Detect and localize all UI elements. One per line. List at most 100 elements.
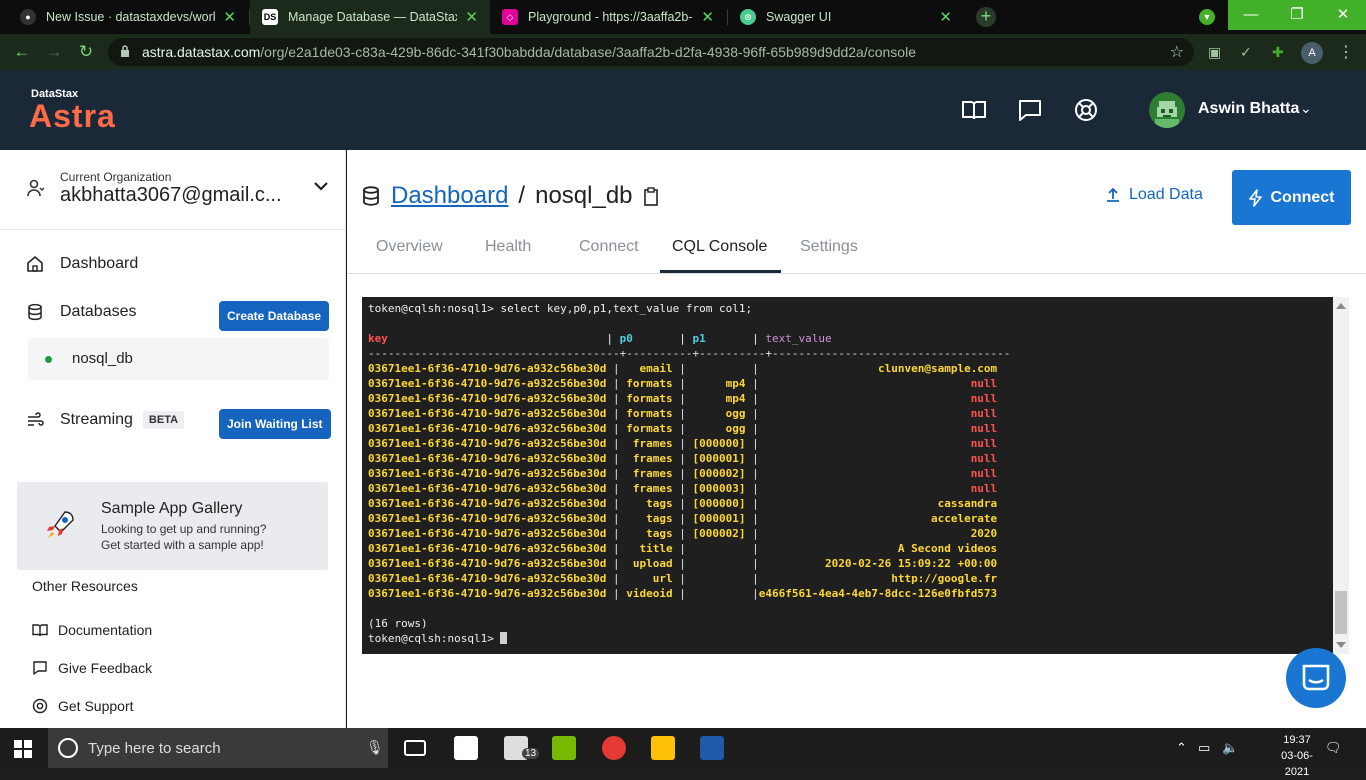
resource-give-feedback[interactable]: Give Feedback (32, 660, 152, 676)
organization-selector[interactable]: Current Organization akbhatta3067@gmail.… (0, 150, 346, 230)
browser-tab-swagger[interactable]: ⊙ Swagger UI ✕ (728, 0, 964, 34)
forward-icon[interactable]: → (44, 42, 64, 62)
bookmark-star-icon[interactable]: ☆ (1170, 42, 1184, 62)
taskbar-search[interactable]: Type here to search 🎙 (48, 728, 388, 768)
url-path: /org/e2a1de03-c83a-429b-86dc-341f30babdd… (260, 44, 916, 60)
astra-logo[interactable]: Astra (29, 98, 116, 135)
resource-get-support[interactable]: Get Support (32, 698, 134, 714)
browser-tab-playground[interactable]: ◇ Playground - https://3aaffa2b-d2 ✕ (490, 0, 726, 34)
lightning-icon (1248, 188, 1262, 207)
cell-sep: | (679, 407, 686, 420)
cell-text-value: null (758, 452, 998, 465)
downloads-icon[interactable]: ▼ (1199, 9, 1215, 25)
cell-sep: | (752, 422, 759, 435)
tab-cql-console[interactable]: CQL Console (672, 238, 767, 256)
cell-p1 (686, 557, 752, 570)
task-view-icon[interactable] (404, 740, 426, 756)
checkmark-extension-icon[interactable]: ✓ (1240, 44, 1252, 61)
avatar[interactable] (1149, 92, 1185, 128)
cell-key: 03671ee1-6f36-4710-9d76-a932c56be30d (368, 407, 614, 420)
maximize-button[interactable]: ❐ (1274, 0, 1320, 30)
cell-key: 03671ee1-6f36-4710-9d76-a932c56be30d (368, 467, 614, 480)
cell-sep: | (679, 377, 686, 390)
sample-app-gallery-card[interactable]: Sample App Gallery Looking to get up and… (17, 482, 328, 570)
browser-tab-datastax[interactable]: DS Manage Database — DataStax A ✕ (250, 0, 490, 34)
notifications-icon[interactable]: 🗨 (1325, 740, 1342, 756)
resource-documentation[interactable]: Documentation (32, 622, 152, 638)
sidebar-item-dashboard[interactable]: Dashboard (26, 255, 138, 273)
search-input[interactable]: Type here to search (88, 740, 221, 757)
connect-label: Connect (1270, 188, 1335, 206)
connect-button[interactable]: Connect (1232, 170, 1351, 225)
close-icon[interactable]: ✕ (223, 8, 236, 26)
chevron-down-icon[interactable]: ⌄ (1300, 100, 1312, 117)
create-database-button[interactable]: Create Database (219, 301, 330, 331)
extension-icon[interactable]: ▣ (1208, 44, 1221, 61)
console-scrollbar[interactable] (1333, 297, 1349, 654)
new-tab-button[interactable]: + (976, 7, 996, 27)
load-data-button[interactable]: Load Data (1105, 186, 1203, 204)
file-explorer-icon[interactable] (651, 736, 675, 760)
chevron-down-icon[interactable] (312, 178, 330, 194)
profile-avatar[interactable]: A (1301, 42, 1323, 64)
close-icon[interactable]: ✕ (465, 8, 478, 26)
intercom-chat-button[interactable] (1286, 648, 1346, 708)
puzzle-extension-icon[interactable]: ✚ (1272, 44, 1284, 61)
clipboard-icon[interactable] (643, 186, 659, 206)
resource-label: Get Support (58, 698, 134, 714)
tab-health[interactable]: Health (485, 238, 531, 256)
search-icon (58, 738, 78, 758)
sidebar-item-streaming[interactable]: Streaming BETA (26, 411, 185, 429)
scroll-up-icon[interactable] (1336, 303, 1346, 309)
breadcrumb-dashboard-link[interactable]: Dashboard (391, 182, 508, 210)
database-name: nosql_db (72, 350, 133, 367)
address-bar[interactable]: astra.datastax.com/org/e2a1de03-c83a-429… (108, 38, 1194, 66)
cell-key: 03671ee1-6f36-4710-9d76-a932c56be30d (368, 377, 614, 390)
github-icon: ● (20, 9, 36, 25)
windows-start-icon[interactable] (14, 740, 32, 758)
browser-tab-github[interactable]: ● New Issue · datastaxdevs/worksh ✕ (8, 0, 248, 34)
microphone-icon[interactable]: 🎙 (366, 739, 384, 756)
chevron-up-icon[interactable]: ⌃ (1176, 740, 1187, 756)
cell-p0: url (619, 572, 680, 585)
taskbar-clock[interactable]: 19:37 03-06-2021 (1270, 732, 1324, 780)
join-waiting-list-button[interactable]: Join Waiting List (219, 409, 331, 439)
close-icon[interactable]: ✕ (701, 8, 714, 26)
close-icon[interactable]: ✕ (939, 8, 952, 26)
chrome-icon[interactable] (602, 736, 626, 760)
book-icon (32, 624, 48, 637)
console-prompt: token@cqlsh:nosql1> (368, 302, 494, 315)
back-icon[interactable]: ← (12, 42, 32, 62)
scrollbar-thumb[interactable] (1335, 591, 1347, 634)
tab-overview[interactable]: Overview (376, 238, 443, 256)
cell-sep: | (752, 527, 759, 540)
chat-icon[interactable] (1017, 98, 1043, 122)
cell-sep: | (679, 392, 686, 405)
network-icon[interactable]: ▭ (1198, 740, 1210, 756)
cql-console[interactable]: token@cqlsh:nosql1> select key,p0,p1,tex… (362, 297, 1333, 654)
book-icon[interactable] (961, 98, 987, 122)
user-name[interactable]: Aswin Bhatta (1198, 100, 1299, 118)
cell-sep: | (752, 362, 759, 375)
tab-connect[interactable]: Connect (579, 238, 639, 256)
volume-icon[interactable]: 🔈 (1222, 740, 1238, 756)
cell-p1 (686, 572, 752, 585)
support-lifebuoy-icon[interactable] (1073, 98, 1099, 122)
nvidia-icon[interactable] (552, 736, 576, 760)
reload-icon[interactable]: ↻ (76, 42, 96, 62)
datastax-icon: DS (262, 9, 278, 25)
sidebar-item-nosql-db[interactable]: nosql_db (28, 338, 329, 380)
tab-settings[interactable]: Settings (800, 238, 858, 256)
menu-kebab-icon[interactable]: ⋮ (1338, 42, 1354, 62)
sidebar-item-databases[interactable]: Databases (26, 303, 137, 321)
word-icon[interactable] (700, 736, 724, 760)
cell-p0: tags (619, 527, 680, 540)
minimize-button[interactable]: — (1228, 0, 1274, 30)
store-icon[interactable] (454, 736, 478, 760)
cell-sep: | (613, 467, 620, 480)
close-window-button[interactable]: ✕ (1320, 0, 1366, 30)
clock-time: 19:37 (1283, 734, 1311, 746)
console-input-line[interactable]: token@cqlsh:nosql1> (368, 631, 508, 646)
active-tab-indicator (660, 270, 781, 273)
table-row: 03671ee1-6f36-4710-9d76-a932c56be30d | t… (368, 526, 997, 541)
